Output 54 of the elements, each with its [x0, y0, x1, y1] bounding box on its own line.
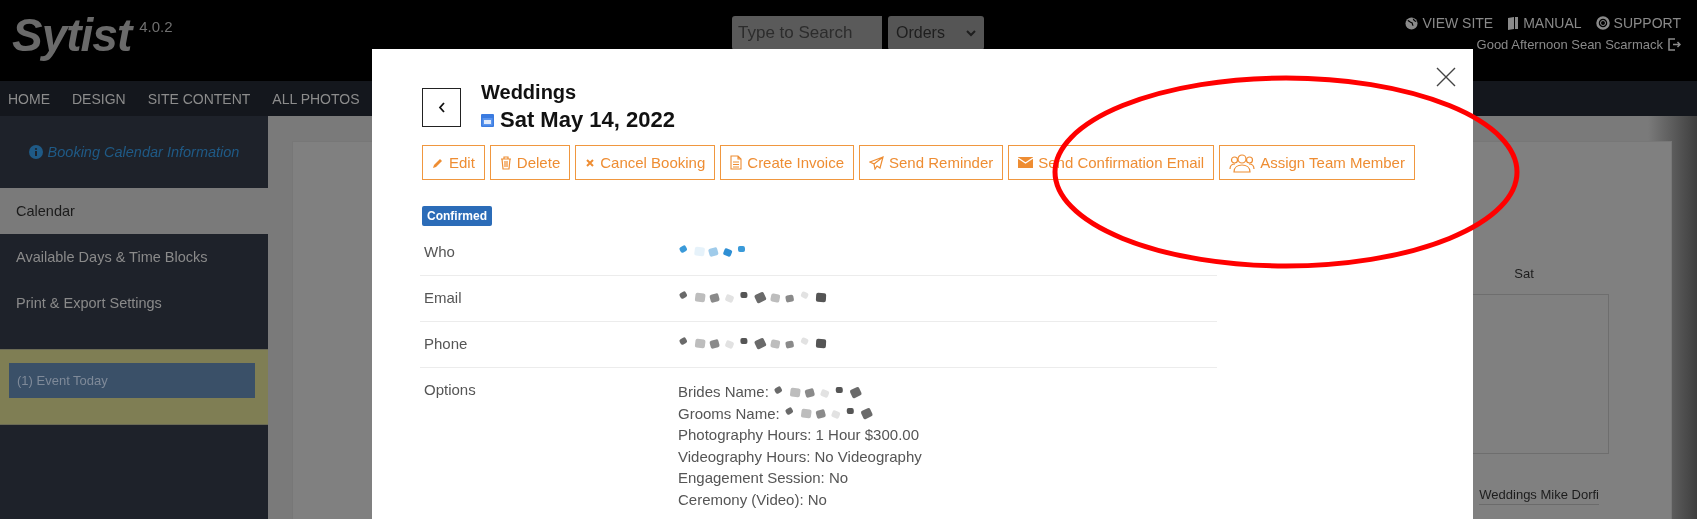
booking-date: Sat May 14, 2022: [500, 107, 675, 133]
action-button[interactable]: Create Invoice: [720, 145, 854, 180]
paper-plane-icon: [869, 155, 884, 170]
top-link[interactable]: MANUAL: [1507, 15, 1582, 31]
event-notice[interactable]: (1) Event Today: [9, 363, 255, 398]
close-button[interactable]: [1435, 66, 1457, 88]
people-icon: [1229, 152, 1256, 173]
x-icon: [585, 157, 596, 168]
option-text: Brides Name:: [678, 382, 769, 402]
globe-icon: [1405, 16, 1419, 30]
nav-item[interactable]: HOME: [8, 90, 50, 107]
calendar-event[interactable]: Weddings Mike Dorfi: [1479, 487, 1599, 505]
logo[interactable]: Sytist: [12, 8, 132, 62]
action-button[interactable]: Send Reminder: [859, 145, 1004, 180]
document-icon: [730, 155, 743, 170]
chevron-down-icon: [966, 29, 976, 37]
greeting-text: Good Afternoon Sean Scarmack: [1476, 37, 1663, 52]
option-text: Videography Hours: No Videography: [678, 446, 922, 467]
option-text: Ceremony (Video): No: [678, 489, 827, 510]
nav-item[interactable]: ALL PHOTOS: [272, 90, 360, 107]
option-text: Grooms Name:: [678, 403, 780, 424]
top-link[interactable]: SUPPORT: [1595, 15, 1681, 31]
back-button[interactable]: [422, 88, 461, 127]
action-button[interactable]: Edit: [422, 145, 485, 180]
trash-icon: [499, 155, 512, 170]
option-text: Photography Hours: 1 Hour $300.00: [678, 425, 919, 445]
calendar-icon: [481, 113, 494, 127]
lifebuoy-icon: [1595, 16, 1610, 30]
sidebar-item[interactable]: Available Days & Time Blocks: [0, 234, 268, 280]
pencil-icon: [432, 156, 444, 169]
action-button[interactable]: Delete: [489, 145, 571, 180]
version-text: 4.0.2: [139, 18, 173, 35]
envelope-icon: [1018, 157, 1034, 168]
info-icon: [28, 145, 43, 159]
detail-label: Email: [423, 288, 463, 308]
booking-title: Weddings: [481, 80, 578, 105]
top-link[interactable]: VIEW SITE: [1405, 15, 1494, 31]
logout-icon[interactable]: [1668, 38, 1681, 51]
action-button[interactable]: Assign Team Member: [1219, 145, 1415, 180]
action-button[interactable]: Cancel Booking: [575, 145, 716, 180]
option-text: Engagement Session: No: [678, 468, 849, 488]
chevron-left-icon: [437, 102, 446, 113]
detail-label: Options: [423, 380, 477, 400]
sidebar-heading[interactable]: Booking Calendar Information: [47, 144, 240, 160]
search-scope-dropdown[interactable]: Orders: [888, 16, 984, 50]
nav-item[interactable]: DESIGN: [72, 90, 126, 107]
sidebar-item[interactable]: Calendar: [0, 188, 268, 234]
day-header: Sat: [1514, 266, 1534, 283]
detail-label: Phone: [423, 334, 469, 354]
detail-label: Who: [423, 242, 456, 262]
nav-item[interactable]: SITE CONTENT: [147, 90, 251, 107]
status-badge: Confirmed: [422, 206, 492, 226]
book-icon: [1507, 16, 1520, 30]
sidebar-item[interactable]: Print & Export Settings: [0, 280, 268, 326]
